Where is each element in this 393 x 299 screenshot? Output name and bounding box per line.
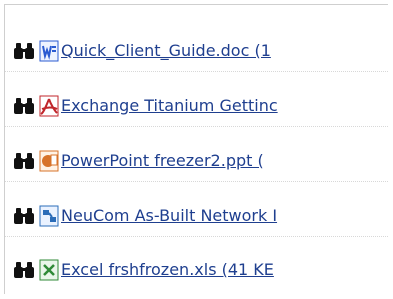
file-link[interactable]: NeuCom As-Built Network I — [61, 207, 277, 225]
file-link[interactable]: Quick_Client_Guide.doc (1 — [61, 42, 271, 60]
pdf-icon — [39, 95, 59, 117]
file-link[interactable]: Exchange Titanium Gettinc — [61, 97, 278, 115]
binoculars-icon[interactable] — [13, 97, 35, 115]
file-link[interactable]: Excel frshfrozen.xls (41 KE — [61, 261, 274, 279]
file-list-panel: Quick_Client_Guide.doc (1 Exchange Titan… — [4, 4, 388, 294]
word-doc-icon — [39, 40, 59, 62]
visio-icon — [39, 205, 59, 227]
binoculars-icon[interactable] — [13, 261, 35, 279]
excel-icon — [39, 259, 59, 281]
binoculars-icon[interactable] — [13, 207, 35, 225]
binoculars-icon[interactable] — [13, 152, 35, 170]
file-row[interactable]: Excel frshfrozen.xls (41 KE — [5, 250, 388, 290]
binoculars-icon[interactable] — [13, 42, 35, 60]
powerpoint-icon — [39, 150, 59, 172]
file-row[interactable]: Quick_Client_Guide.doc (1 — [5, 31, 388, 72]
file-row[interactable]: Exchange Titanium Gettinc — [5, 86, 388, 127]
file-row[interactable]: NeuCom As-Built Network I — [5, 196, 388, 237]
file-row[interactable]: PowerPoint freezer2.ppt ( — [5, 141, 388, 182]
file-link[interactable]: PowerPoint freezer2.ppt ( — [61, 152, 264, 170]
